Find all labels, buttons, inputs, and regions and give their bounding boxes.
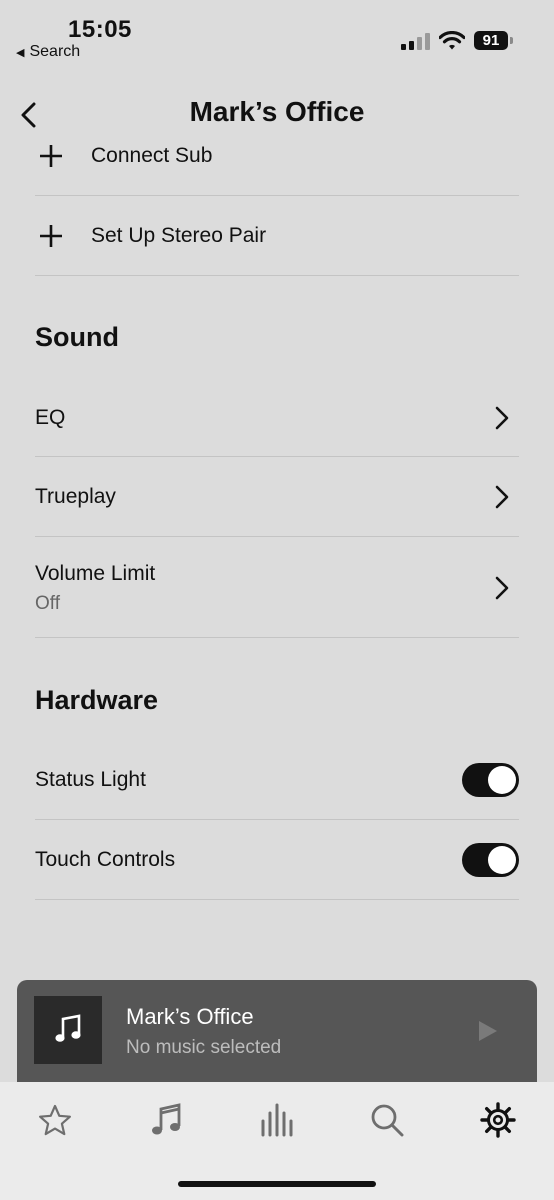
stereo-pair-label: Set Up Stereo Pair [91, 224, 267, 247]
home-indicator [178, 1181, 376, 1187]
chevron-right-icon [495, 576, 509, 600]
tab-browse[interactable] [146, 1100, 186, 1140]
tab-favorites[interactable] [35, 1100, 75, 1140]
status-icons: 91 [401, 31, 513, 50]
toggle-knob [488, 766, 516, 794]
touch-controls-toggle[interactable] [462, 843, 519, 877]
hardware-section-title: Hardware [35, 685, 159, 715]
eq-label: EQ [35, 406, 66, 429]
volume-limit-value: Off [35, 593, 60, 614]
plus-icon [40, 225, 62, 247]
tab-settings[interactable] [478, 1100, 518, 1140]
chevron-right-icon [495, 406, 509, 430]
star-icon [39, 1104, 71, 1135]
album-art [34, 996, 102, 1064]
wifi-icon [439, 31, 465, 50]
now-playing-room: Mark’s Office [126, 1004, 254, 1029]
search-icon [371, 1104, 404, 1137]
touch-controls-label: Touch Controls [35, 848, 176, 871]
toggle-knob [488, 846, 516, 874]
now-playing-status: No music selected [126, 1037, 282, 1058]
return-to-search-link[interactable]: ◀ Search [16, 43, 80, 61]
eq-row[interactable]: EQ [35, 378, 519, 457]
connect-sub-row[interactable]: Connect Sub [35, 130, 519, 196]
battery-icon: 91 [474, 31, 513, 50]
volume-limit-row[interactable]: Volume Limit Off [35, 537, 519, 638]
connect-sub-label: Connect Sub [91, 144, 213, 167]
sound-section-title: Sound [35, 322, 119, 352]
now-playing-bar[interactable]: Mark’s Office No music selected [17, 980, 537, 1082]
signal-icon [401, 32, 430, 50]
back-triangle-icon: ◀ [16, 46, 25, 59]
volume-limit-label: Volume Limit [35, 562, 156, 585]
battery-level: 91 [482, 32, 500, 49]
play-icon[interactable] [477, 1019, 499, 1043]
status-light-row: Status Light [35, 740, 519, 820]
return-app-label: Search [29, 43, 81, 60]
stereo-pair-row[interactable]: Set Up Stereo Pair [35, 196, 519, 276]
chevron-right-icon [495, 485, 509, 509]
touch-controls-row: Touch Controls [35, 820, 519, 900]
status-time: 15:05 [68, 16, 132, 43]
page-title: Mark’s Office [189, 96, 365, 127]
trueplay-row[interactable]: Trueplay [35, 457, 519, 537]
settings-screen: 15:05 ◀ Search 91 Mark’s Office Connect … [0, 0, 554, 1200]
trueplay-label: Trueplay [35, 485, 116, 508]
music-note-icon [55, 1014, 81, 1042]
tab-rooms[interactable] [257, 1100, 297, 1140]
tab-search[interactable] [367, 1100, 407, 1140]
status-light-label: Status Light [35, 768, 146, 791]
plus-icon [40, 145, 62, 167]
equalizer-bars-icon [261, 1103, 293, 1137]
music-note-icon [152, 1103, 181, 1135]
status-light-toggle[interactable] [462, 763, 519, 797]
gear-icon [480, 1102, 516, 1138]
